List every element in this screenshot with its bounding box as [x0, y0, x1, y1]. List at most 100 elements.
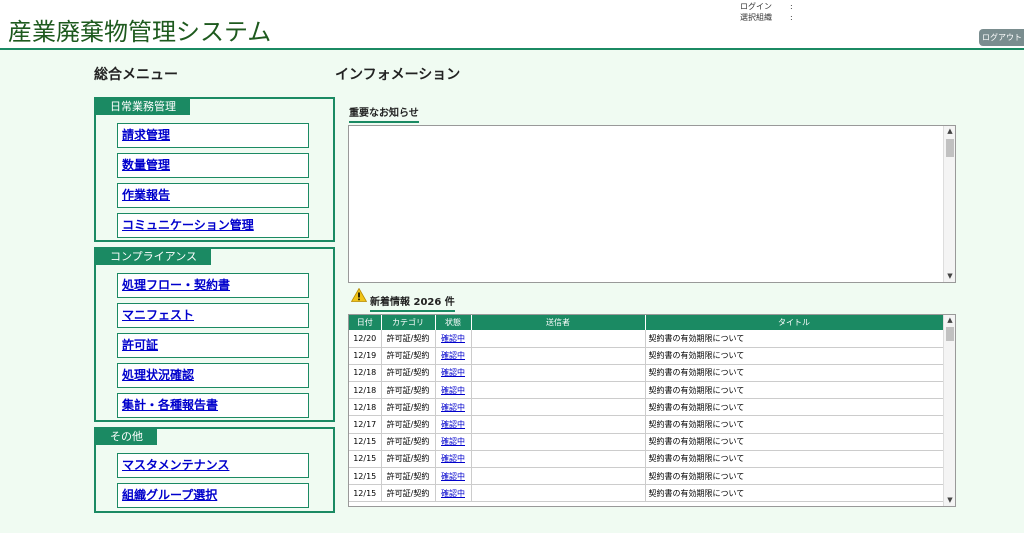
cell-category: 許可証/契約 [381, 433, 436, 451]
org-label: 選択組織 [740, 13, 772, 22]
scroll-down-icon[interactable]: ▼ [944, 495, 955, 506]
menu-link[interactable]: 数量管理 [122, 158, 170, 172]
cell-category: 許可証/契約 [381, 347, 436, 365]
status-link[interactable]: 確認中 [441, 386, 465, 395]
cell-sender [471, 467, 646, 486]
cell-sender [471, 330, 646, 348]
table-row[interactable]: 12/15 許可証/契約 確認中 契約書の有効期限について [349, 450, 944, 469]
status-link[interactable]: 確認中 [441, 489, 465, 498]
cell-status[interactable]: 確認中 [435, 433, 472, 451]
cell-sender [471, 381, 646, 400]
cell-title: 契約書の有効期限について [645, 381, 944, 400]
menu-group-label: コンプライアンス [96, 249, 212, 265]
scroll-up-icon[interactable]: ▲ [944, 315, 955, 326]
cell-status[interactable]: 確認中 [435, 415, 472, 434]
table-row[interactable]: 12/18 許可証/契約 確認中 契約書の有効期限について [349, 398, 944, 417]
notice-box[interactable]: ▲ ▼ [348, 125, 956, 283]
menu-link[interactable]: 請求管理 [122, 128, 170, 142]
menu-item-quantity[interactable]: 数量管理 [117, 153, 309, 178]
logout-button[interactable]: ログアウト [979, 29, 1024, 46]
menu-item-work-report[interactable]: 作業報告 [117, 183, 309, 208]
table-row[interactable]: 12/15 許可証/契約 確認中 契約書の有効期限について [349, 467, 944, 486]
menu-group-other: その他 マスタメンテナンス 組織グループ選択 [94, 427, 335, 513]
menu-group-compliance: コンプライアンス 処理フロー・契約書 マニフェスト 許可証 処理状況確認 集計・… [94, 247, 335, 422]
menu-item-reports[interactable]: 集計・各種報告書 [117, 393, 309, 418]
scroll-down-icon[interactable]: ▼ [944, 271, 956, 282]
status-link[interactable]: 確認中 [441, 472, 465, 481]
cell-status[interactable]: 確認中 [435, 364, 472, 383]
cell-sender [471, 484, 646, 503]
cell-title: 契約書の有効期限について [645, 364, 944, 383]
menu-item-communication[interactable]: コミュニケーション管理 [117, 213, 309, 238]
menu-item-status-check[interactable]: 処理状況確認 [117, 363, 309, 388]
cell-category: 許可証/契約 [381, 467, 436, 486]
cell-sender [471, 398, 646, 417]
cell-status[interactable]: 確認中 [435, 330, 472, 348]
menu-item-flow-contract[interactable]: 処理フロー・契約書 [117, 273, 309, 298]
cell-date: 12/17 [349, 415, 382, 434]
cell-status[interactable]: 確認中 [435, 467, 472, 486]
user-info: ログイン: 選択組織: [740, 1, 793, 23]
cell-title: 契約書の有効期限について [645, 467, 944, 486]
column-header[interactable]: タイトル [645, 315, 944, 330]
cell-date: 12/15 [349, 484, 382, 503]
status-link[interactable]: 確認中 [441, 351, 465, 360]
news-table-container[interactable]: 日付 カテゴリ 状態 送信者 タイトル 12/20 許可証/契約 確認中 契約書の有効… [348, 314, 956, 507]
status-link[interactable]: 確認中 [441, 454, 465, 463]
menu-item-master[interactable]: マスタメンテナンス [117, 453, 309, 478]
menu-link[interactable]: マニフェスト [122, 308, 194, 322]
menu-link[interactable]: 作業報告 [122, 188, 170, 202]
cell-category: 許可証/契約 [381, 398, 436, 417]
scroll-thumb[interactable] [946, 327, 954, 341]
column-header[interactable]: カテゴリ [381, 315, 436, 330]
news-scrollbar[interactable]: ▲ ▼ [943, 315, 955, 506]
menu-link[interactable]: コミュニケーション管理 [122, 218, 254, 232]
login-label: ログイン [740, 2, 772, 11]
menu-link[interactable]: 処理フロー・契約書 [122, 278, 230, 292]
cell-status[interactable]: 確認中 [435, 450, 472, 469]
cell-category: 許可証/契約 [381, 484, 436, 503]
table-row[interactable]: 12/18 許可証/契約 確認中 契約書の有効期限について [349, 364, 944, 383]
menu-heading: 総合メニュー [94, 67, 178, 83]
menu-item-permit[interactable]: 許可証 [117, 333, 309, 358]
cell-date: 12/18 [349, 398, 382, 417]
cell-category: 許可証/契約 [381, 364, 436, 383]
status-link[interactable]: 確認中 [441, 403, 465, 412]
column-header[interactable]: 送信者 [471, 315, 646, 330]
menu-item-billing[interactable]: 請求管理 [117, 123, 309, 148]
table-row[interactable]: 12/15 許可証/契約 確認中 契約書の有効期限について [349, 433, 944, 451]
notice-scrollbar[interactable]: ▲ ▼ [943, 126, 955, 282]
menu-link[interactable]: マスタメンテナンス [122, 458, 229, 472]
status-link[interactable]: 確認中 [441, 334, 465, 343]
status-link[interactable]: 確認中 [441, 437, 465, 446]
cell-status[interactable]: 確認中 [435, 398, 472, 417]
menu-group-label: その他 [96, 429, 157, 445]
table-row[interactable]: 12/20 許可証/契約 確認中 契約書の有効期限について [349, 330, 944, 348]
cell-sender [471, 364, 646, 383]
cell-category: 許可証/契約 [381, 450, 436, 469]
cell-sender [471, 433, 646, 451]
cell-sender [471, 415, 646, 434]
table-row[interactable]: 12/18 許可証/契約 確認中 契約書の有効期限について [349, 381, 944, 400]
menu-group-daily: 日常業務管理 請求管理 数量管理 作業報告 コミュニケーション管理 [94, 97, 335, 242]
cell-date: 12/15 [349, 450, 382, 469]
cell-status[interactable]: 確認中 [435, 484, 472, 503]
cell-category: 許可証/契約 [381, 330, 436, 348]
status-link[interactable]: 確認中 [441, 368, 465, 377]
column-header[interactable]: 日付 [349, 315, 382, 330]
scroll-thumb[interactable] [946, 139, 954, 157]
menu-link[interactable]: 許可証 [122, 338, 158, 352]
cell-status[interactable]: 確認中 [435, 347, 472, 365]
status-link[interactable]: 確認中 [441, 420, 465, 429]
table-row[interactable]: 12/15 許可証/契約 確認中 契約書の有効期限について [349, 484, 944, 503]
table-row[interactable]: 12/19 許可証/契約 確認中 契約書の有効期限について [349, 347, 944, 365]
cell-status[interactable]: 確認中 [435, 381, 472, 400]
menu-link[interactable]: 処理状況確認 [122, 368, 194, 382]
scroll-up-icon[interactable]: ▲ [944, 126, 956, 137]
menu-item-manifest[interactable]: マニフェスト [117, 303, 309, 328]
menu-link[interactable]: 集計・各種報告書 [122, 398, 218, 412]
table-row[interactable]: 12/17 許可証/契約 確認中 契約書の有効期限について [349, 415, 944, 434]
menu-link[interactable]: 組織グループ選択 [122, 488, 217, 502]
menu-item-org-group[interactable]: 組織グループ選択 [117, 483, 309, 508]
column-header[interactable]: 状態 [435, 315, 472, 330]
